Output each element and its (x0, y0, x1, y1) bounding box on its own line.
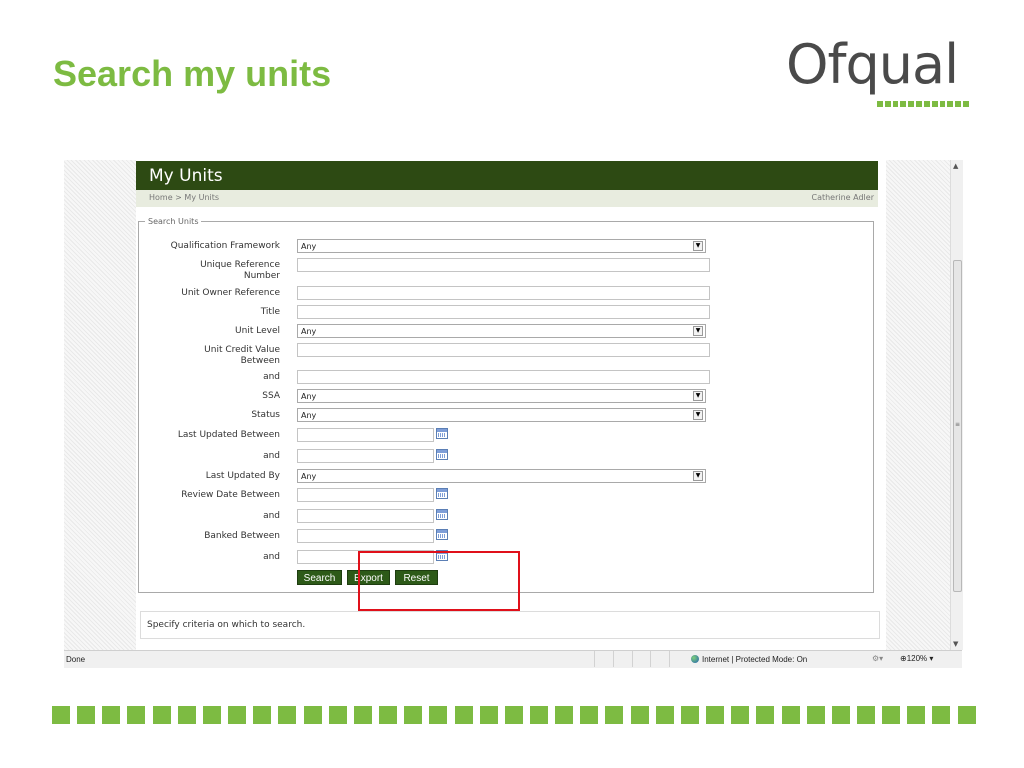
qualification-framework-value: Any (301, 242, 317, 251)
logo-text: Ofqual (786, 33, 959, 96)
search-units-legend: Search Units (148, 217, 199, 226)
scroll-thumb[interactable]: ≡ (953, 260, 962, 592)
security-zone-text: Internet | Protected Mode: On (702, 655, 808, 664)
info-message: Specify criteria on which to search. (147, 620, 306, 630)
qualification-framework-label: Qualification Framework (170, 241, 280, 251)
protected-mode-icon[interactable]: ⚙▾ (872, 654, 883, 663)
last-updated-by-value: Any (301, 472, 317, 481)
status-label: Status (251, 410, 280, 420)
credit-value-to-input[interactable] (297, 370, 710, 384)
review-date-to-input[interactable] (297, 509, 434, 523)
credit-value-from-input[interactable] (297, 343, 710, 357)
unit-level-select[interactable]: Any ▼ (297, 324, 706, 338)
status-select[interactable]: Any ▼ (297, 408, 706, 422)
urn-input[interactable] (297, 258, 710, 272)
status-cells (594, 651, 688, 667)
banked-and-label: and (263, 552, 280, 562)
scroll-grip-icon: ≡ (955, 421, 961, 428)
calendar-icon[interactable] (436, 428, 448, 439)
status-text: Done (66, 655, 86, 664)
browser-statusbar: Done Internet | Protected Mode: On ⚙▾ ⊕1… (64, 650, 962, 668)
scroll-up-arrow-icon[interactable]: ▲ (953, 162, 958, 170)
globe-icon (691, 655, 699, 663)
last-updated-by-label: Last Updated By (205, 471, 280, 481)
last-updated-and-label: and (263, 451, 280, 461)
calendar-icon[interactable] (436, 529, 448, 540)
page-background-right (886, 160, 950, 650)
review-date-and-label: and (263, 511, 280, 521)
last-updated-from-input[interactable] (297, 428, 434, 442)
user-name: Catherine Adler (811, 193, 874, 202)
last-updated-between-label: Last Updated Between (177, 430, 280, 440)
title-label: Title (260, 307, 280, 317)
ssa-select[interactable]: Any ▼ (297, 389, 706, 403)
banked-from-input[interactable] (297, 529, 434, 543)
info-box: Specify criteria on which to search. (140, 611, 880, 639)
ssa-value: Any (301, 392, 317, 401)
chevron-down-icon[interactable]: ▼ (693, 391, 703, 401)
ssa-label: SSA (262, 391, 280, 401)
review-date-between-label: Review Date Between (181, 490, 280, 500)
chevron-down-icon[interactable]: ▼ (693, 471, 703, 481)
highlight-box (358, 551, 520, 611)
chevron-down-icon[interactable]: ▼ (693, 241, 703, 251)
last-updated-to-input[interactable] (297, 449, 434, 463)
security-zone[interactable]: Internet | Protected Mode: On (691, 655, 807, 664)
page-background-left (64, 160, 136, 650)
zoom-level: 120% (906, 654, 928, 663)
slide-title: Search my units (53, 53, 332, 94)
breadcrumb[interactable]: Home > My Units (149, 193, 219, 202)
zoom-icon: ⊕ (900, 654, 907, 663)
ofqual-logo: Ofqual (786, 34, 976, 114)
logo-dots (877, 101, 969, 107)
page-heading: My Units (149, 166, 223, 186)
chevron-down-icon[interactable]: ▼ (693, 326, 703, 336)
unit-level-label: Unit Level (235, 326, 280, 336)
calendar-icon[interactable] (436, 449, 448, 460)
status-value: Any (301, 411, 317, 420)
unit-level-value: Any (301, 327, 317, 336)
calendar-icon[interactable] (436, 488, 448, 499)
app-header: My Units (136, 161, 878, 190)
last-updated-by-select[interactable]: Any ▼ (297, 469, 706, 483)
browser-window: ▲ ≡ ▼ My Units Home > My Units Catherine… (64, 160, 963, 668)
calendar-icon[interactable] (436, 509, 448, 520)
unit-owner-reference-input[interactable] (297, 286, 710, 300)
unit-owner-reference-label: Unit Owner Reference (181, 288, 280, 298)
search-button[interactable]: Search (297, 570, 342, 585)
zoom-control[interactable]: ⊕120% ▾ (900, 654, 933, 663)
urn-label: Unique Reference Number (200, 260, 280, 281)
qualification-framework-select[interactable]: Any ▼ (297, 239, 706, 253)
page-content: My Units Home > My Units Catherine Adler… (136, 160, 886, 650)
credit-value-between-label: Unit Credit Value Between (204, 345, 280, 366)
review-date-from-input[interactable] (297, 488, 434, 502)
footer-dots (52, 706, 976, 724)
chevron-down-icon[interactable]: ▼ (693, 410, 703, 420)
breadcrumb-bar: Home > My Units Catherine Adler (136, 190, 878, 207)
credit-value-and-label: and (263, 372, 280, 382)
title-input[interactable] (297, 305, 710, 319)
scroll-down-arrow-icon[interactable]: ▼ (953, 640, 958, 648)
vertical-scrollbar[interactable]: ▲ ≡ ▼ (950, 160, 963, 650)
banked-between-label: Banked Between (204, 531, 280, 541)
